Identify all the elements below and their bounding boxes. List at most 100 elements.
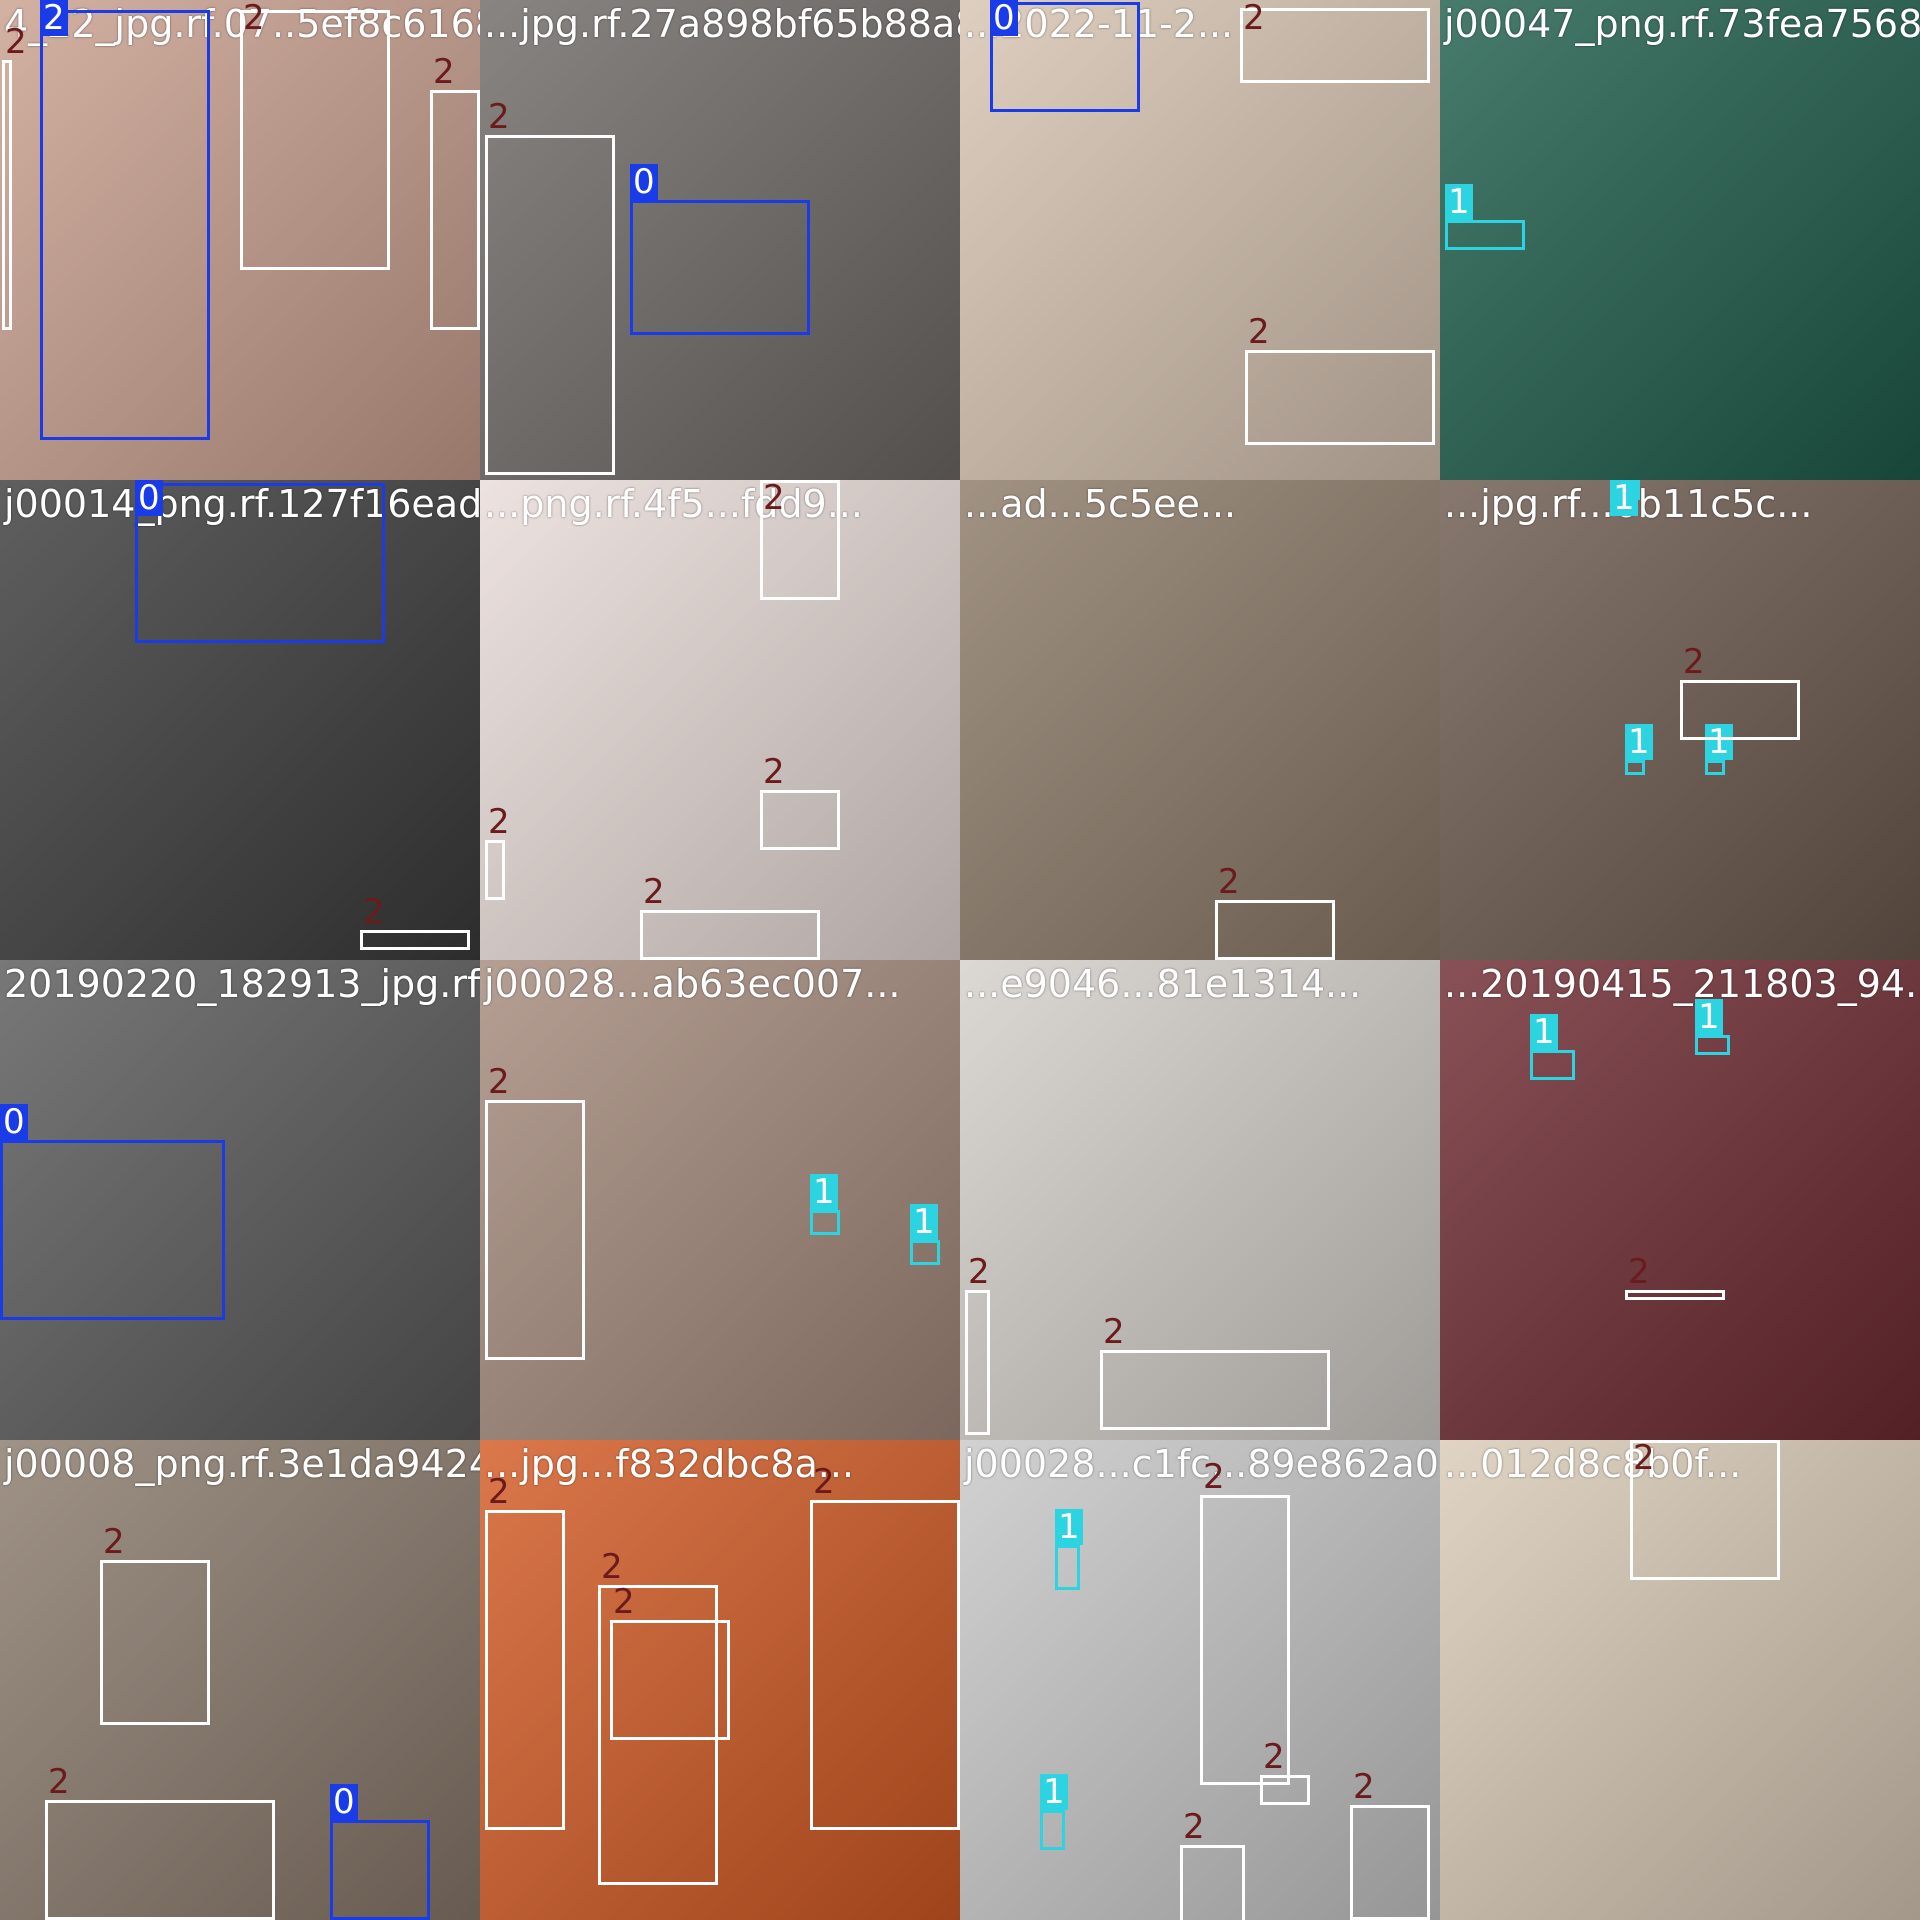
bounding-box (910, 1240, 940, 1265)
bounding-box (760, 790, 840, 850)
class-label: 2 (103, 1522, 125, 1562)
bounding-box (330, 1820, 430, 1920)
class-label: 0 (0, 1104, 28, 1140)
bounding-box (1260, 1775, 1310, 1805)
bounding-box (430, 90, 480, 330)
class-label: 2 (1353, 1767, 1375, 1807)
mosaic-tile: j00008_png.rf.3e1da94249d... 2 2 0 (0, 1440, 480, 1920)
tile-caption: j00008_png.rf.3e1da94249d... (4, 1442, 480, 1486)
class-label: 2 (1218, 862, 1240, 902)
class-label: 2 (601, 1547, 623, 1587)
bounding-box (1055, 1545, 1080, 1590)
class-label: 2 (488, 1062, 510, 1102)
bounding-box (0, 1140, 225, 1320)
bounding-box (1705, 760, 1725, 775)
class-label: 2 (243, 0, 265, 38)
bounding-box (630, 200, 810, 335)
class-label: 2 (1103, 1312, 1125, 1352)
class-label: 2 (1263, 1737, 1285, 1777)
class-label: 1 (1530, 1014, 1558, 1050)
class-label: 2 (488, 97, 510, 137)
bounding-box (1240, 8, 1430, 83)
bounding-box (810, 1210, 840, 1235)
bounding-box (485, 135, 615, 475)
class-label: 2 (433, 52, 455, 92)
mosaic-grid: 4_22_jpg.rf.07..5ef8c61689a...2222...jpg… (0, 0, 1920, 1920)
class-label: 2 (488, 1472, 510, 1512)
bounding-box (240, 10, 390, 270)
bounding-box (45, 1800, 275, 1920)
class-label: 2 (1633, 1440, 1655, 1478)
class-label: 1 (1055, 1509, 1083, 1545)
class-label: 2 (613, 1582, 635, 1622)
class-label: 2 (40, 0, 68, 36)
class-label: 1 (1040, 1774, 1068, 1810)
class-label: 2 (1203, 1457, 1225, 1497)
tile-caption: j00028...ab63ec007... (484, 962, 901, 1006)
bounding-box (640, 910, 820, 960)
bounding-box (1625, 760, 1645, 775)
class-label: 2 (48, 1762, 70, 1802)
class-label: 0 (135, 480, 163, 516)
bounding-box (1040, 1810, 1065, 1850)
mosaic-tile: ...012d8c8b0f... 2 (1440, 1440, 1920, 1920)
class-label: 2 (1628, 1252, 1650, 1292)
class-label: 2 (763, 480, 785, 518)
tile-caption: j00047_png.rf.73fea756830... (1444, 2, 1920, 46)
mosaic-tile: ...jpg...f832dbc8a... 2 2 2 2 (480, 1440, 960, 1920)
bounding-box (1245, 350, 1435, 445)
photo-shade (960, 480, 1440, 960)
tile-caption: ...e9046...81e1314... (964, 962, 1362, 1006)
class-label: 2 (1183, 1807, 1205, 1847)
mosaic-tile: j00028...ab63ec007... 2 1 1 (480, 960, 960, 1440)
mosaic-tile: ...jpg.rf...6b11c5c...1112 (1440, 480, 1920, 960)
bounding-box (1680, 680, 1800, 740)
class-label: 1 (1695, 999, 1723, 1035)
class-label: 1 (1610, 480, 1638, 516)
class-label: 0 (630, 164, 658, 200)
class-label: 1 (810, 1174, 838, 1210)
tile-caption: ...jpg...f832dbc8a... (484, 1442, 855, 1486)
mosaic-tile: ...2022-11-2... 0 2 2 (960, 0, 1440, 480)
class-label: 2 (813, 1462, 835, 1502)
bounding-box (485, 840, 505, 900)
class-label: 2 (488, 802, 510, 842)
bounding-box (610, 1620, 730, 1740)
mosaic-tile: 4_22_jpg.rf.07..5ef8c61689a...2222 (0, 0, 480, 480)
class-label: 1 (910, 1204, 938, 1240)
class-label: 2 (363, 892, 385, 932)
mosaic-tile: j00028...c1fc...89e862a0bd...112222 (960, 1440, 1440, 1920)
bounding-box (810, 1500, 960, 1830)
mosaic-tile: ...e9046...81e1314... 2 2 (960, 960, 1440, 1440)
bounding-box (485, 1100, 585, 1360)
bounding-box (1445, 220, 1525, 250)
class-label: 2 (5, 22, 27, 62)
mosaic-tile: ...png.rf.4f5...fdd9... 2 2 2 2 (480, 480, 960, 960)
bounding-box (1100, 1350, 1330, 1430)
mosaic-tile: j00014_png.rf.127f16eadad1...02 (0, 480, 480, 960)
bounding-box (40, 10, 210, 440)
bounding-box (1530, 1050, 1575, 1080)
class-label: 2 (1683, 642, 1705, 682)
class-label: 2 (968, 1252, 990, 1292)
photo-shade (1440, 960, 1920, 1440)
bounding-box (360, 930, 470, 950)
class-label: 2 (763, 752, 785, 792)
class-label: 2 (1248, 312, 1270, 352)
bounding-box (1350, 1805, 1430, 1920)
bounding-box (2, 60, 12, 330)
bounding-box (1695, 1035, 1730, 1055)
bounding-box (485, 1510, 565, 1830)
class-label: 2 (643, 872, 665, 912)
tile-caption: 20190220_182913_jpg.rf.dd... (4, 962, 480, 1006)
tile-caption: ...jpg.rf.27a898bf65b88a85f... (484, 2, 960, 46)
mosaic-tile: 20190220_182913_jpg.rf.dd... 0 (0, 960, 480, 1440)
photo-shade (480, 480, 960, 960)
mosaic-tile: ...jpg.rf.27a898bf65b88a85f... 0 2 (480, 0, 960, 480)
class-label: 2 (1243, 0, 1265, 38)
mosaic-tile: ...ad...5c5ee... 2 (960, 480, 1440, 960)
class-label: 0 (330, 1784, 358, 1820)
bounding-box (135, 483, 385, 643)
bounding-box (1215, 900, 1335, 960)
mosaic-tile: ...20190415_211803_94... 1 1 2 (1440, 960, 1920, 1440)
